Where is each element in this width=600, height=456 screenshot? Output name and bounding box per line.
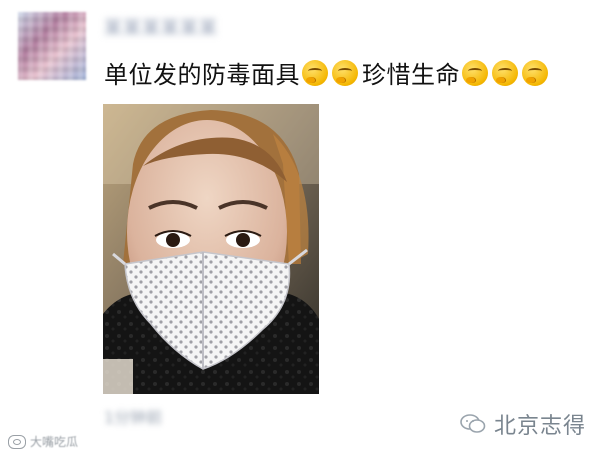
watermark-right-text: 北京志得 (493, 414, 586, 439)
thinking-emoji-icon (332, 59, 358, 86)
watermark-left-text: 大嘴吃瓜 (30, 435, 79, 449)
user-avatar[interactable] (18, 12, 86, 80)
caption-text-2: 珍惜生命 (362, 61, 460, 89)
post-photo[interactable] (103, 104, 319, 394)
source-watermark-right: 北京志得 (460, 408, 586, 440)
thinking-emoji-icon (492, 59, 518, 86)
caption-text-1: 单位发的防毒面具 (104, 61, 300, 89)
username-label[interactable]: 某某某某某某 (104, 14, 218, 40)
thinking-emoji-icon (462, 59, 488, 86)
post-timestamp: 1分钟前 (104, 408, 163, 427)
thinking-emoji-icon (522, 59, 548, 86)
wechat-logo-icon (460, 413, 486, 435)
weibo-logo-icon (8, 434, 26, 449)
thinking-emoji-icon (302, 59, 328, 86)
selfie-illustration (103, 104, 319, 394)
post-caption: 单位发的防毒面具 珍惜生命 (104, 55, 550, 90)
source-watermark-left: 大嘴吃瓜 (8, 433, 78, 450)
moments-post: 某某某某某某 单位发的防毒面具 珍惜生命 1分钟前 大嘴吃瓜 北京志得 (0, 0, 600, 456)
